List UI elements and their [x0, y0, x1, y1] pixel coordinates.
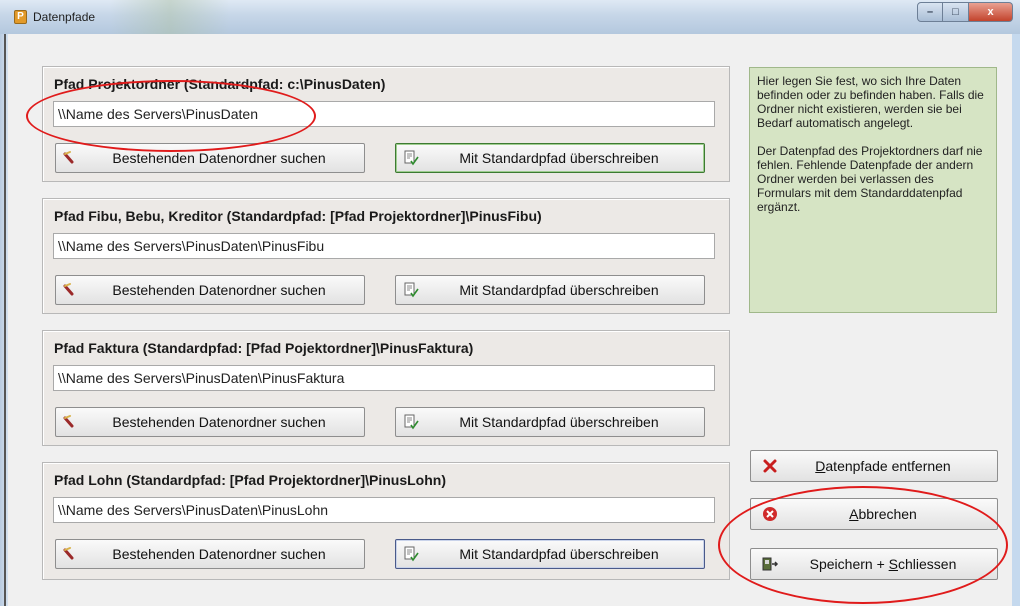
titlebar-glass-decoration — [110, 0, 230, 34]
folder-search-icon — [62, 413, 80, 431]
close-button[interactable]: x — [969, 2, 1013, 22]
overwrite-default-label: Mit Standardpfad überschreiben — [459, 150, 659, 166]
group-faktura: Pfad Faktura (Standardpfad: [Pfad Pojekt… — [42, 330, 730, 446]
path-input-projektordner[interactable] — [53, 101, 715, 127]
window-controls: – □ x — [917, 2, 1013, 22]
remove-paths-button[interactable]: Datenpfade entfernen — [750, 450, 998, 482]
document-check-icon — [402, 545, 420, 563]
red-x-icon — [761, 457, 779, 475]
help-paragraph-2: Der Datenpfad des Projektordners darf ni… — [757, 144, 983, 214]
group-title: Pfad Lohn (Standardpfad: [Pfad Projektor… — [54, 472, 446, 488]
overwrite-default-button[interactable]: Mit Standardpfad überschreiben — [395, 539, 705, 569]
save-close-label: Speichern + Schliessen — [809, 556, 957, 572]
title-bar[interactable]: P Datenpfade – □ x — [0, 0, 1020, 34]
search-folder-button[interactable]: Bestehenden Datenordner suchen — [55, 143, 365, 173]
folder-search-icon — [62, 149, 80, 167]
overwrite-default-label: Mit Standardpfad überschreiben — [459, 546, 659, 562]
path-input-fibu[interactable] — [53, 233, 715, 259]
search-folder-label: Bestehenden Datenordner suchen — [112, 150, 326, 166]
path-input-lohn[interactable] — [53, 497, 715, 523]
group-lohn: Pfad Lohn (Standardpfad: [Pfad Projektor… — [42, 462, 730, 580]
folder-search-icon — [62, 281, 80, 299]
save-close-button[interactable]: Speichern + Schliessen — [750, 548, 998, 580]
window-left-shadow — [4, 34, 6, 606]
group-title: Pfad Fibu, Bebu, Kreditor (Standardpfad:… — [54, 208, 542, 224]
overwrite-default-label: Mit Standardpfad überschreiben — [459, 282, 659, 298]
search-folder-button[interactable]: Bestehenden Datenordner suchen — [55, 539, 365, 569]
document-check-icon — [402, 413, 420, 431]
overwrite-default-button[interactable]: Mit Standardpfad überschreiben — [395, 143, 705, 173]
document-check-icon — [402, 149, 420, 167]
cancel-button[interactable]: Abbrechen — [750, 498, 998, 530]
dialog-window: P Datenpfade – □ x Pfad Projektordner (S… — [0, 0, 1020, 606]
remove-paths-label: Datenpfade entfernen — [815, 458, 951, 474]
red-circle-x-icon — [761, 505, 779, 523]
help-paragraph-1: Hier legen Sie fest, wo sich Ihre Daten … — [757, 74, 984, 130]
group-projektordner: Pfad Projektordner (Standardpfad: c:\Pin… — [42, 66, 730, 182]
search-folder-button[interactable]: Bestehenden Datenordner suchen — [55, 275, 365, 305]
overwrite-default-label: Mit Standardpfad überschreiben — [459, 414, 659, 430]
folder-search-icon — [62, 545, 80, 563]
maximize-button[interactable]: □ — [943, 2, 969, 22]
app-icon: P — [14, 10, 27, 24]
group-fibu: Pfad Fibu, Bebu, Kreditor (Standardpfad:… — [42, 198, 730, 314]
overwrite-default-button[interactable]: Mit Standardpfad überschreiben — [395, 275, 705, 305]
overwrite-default-button[interactable]: Mit Standardpfad überschreiben — [395, 407, 705, 437]
group-title: Pfad Faktura (Standardpfad: [Pfad Pojekt… — [54, 340, 474, 356]
group-title: Pfad Projektordner (Standardpfad: c:\Pin… — [54, 76, 386, 92]
search-folder-label: Bestehenden Datenordner suchen — [112, 414, 326, 430]
dialog-client-area: Pfad Projektordner (Standardpfad: c:\Pin… — [8, 34, 1012, 606]
search-folder-button[interactable]: Bestehenden Datenordner suchen — [55, 407, 365, 437]
search-folder-label: Bestehenden Datenordner suchen — [112, 546, 326, 562]
search-folder-label: Bestehenden Datenordner suchen — [112, 282, 326, 298]
path-input-faktura[interactable] — [53, 365, 715, 391]
document-check-icon — [402, 281, 420, 299]
save-close-icon — [761, 555, 779, 573]
window-title: Datenpfade — [33, 10, 96, 24]
help-text-box: Hier legen Sie fest, wo sich Ihre Daten … — [749, 67, 997, 313]
cancel-label: Abbrechen — [849, 506, 917, 522]
minimize-button[interactable]: – — [917, 2, 943, 22]
